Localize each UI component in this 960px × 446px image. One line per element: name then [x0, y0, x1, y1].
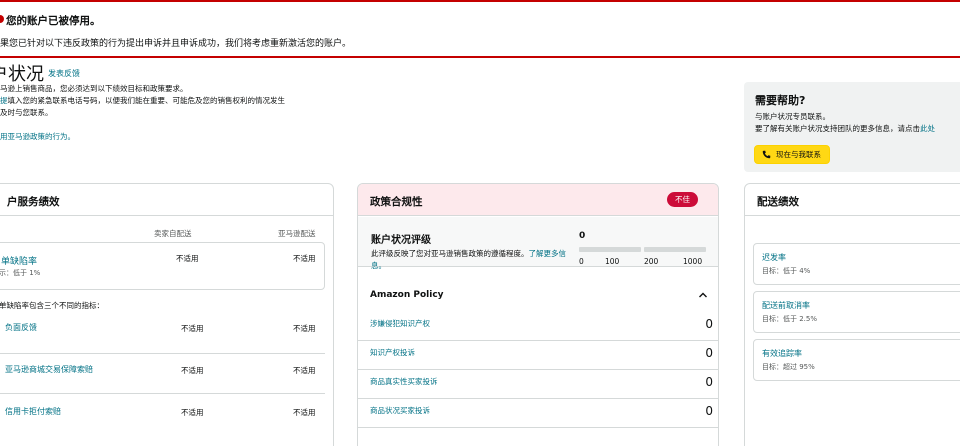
order-defect-rate-box[interactable]: 单缺陷率 示：低于 1% 不适用 不适用: [0, 242, 325, 290]
list-item: 涉嫌侵犯知识产权 0: [358, 312, 718, 341]
list-item: 知识产权投诉 0: [358, 341, 718, 370]
order-defect-rate-target: 示：低于 1%: [0, 269, 41, 277]
amazon-policy-title: Amazon Policy: [370, 290, 444, 300]
rating-value: 0: [579, 231, 586, 241]
odr-seller-value: 不适用: [176, 254, 199, 263]
policy-count: 0: [705, 404, 713, 418]
list-item: 商品状况买家投诉 0: [358, 399, 718, 428]
table-row: 负面反馈 不适用 不适用: [0, 314, 325, 354]
policy-condition-complaints[interactable]: 商品状况买家投诉: [370, 405, 430, 416]
banner-title: 您的账户已被停用。: [6, 15, 101, 27]
policy-compliance-title: 政策合规性: [370, 196, 423, 208]
account-deactivated-banner: 您的账户已被停用。 果您已针对以下违反政策的行为提出申诉并且申诉成功，我们将考虑…: [0, 0, 960, 58]
valid-tracking-rate-label[interactable]: 有效追踪率: [762, 348, 802, 359]
feedback-link[interactable]: 发表反馈: [48, 68, 80, 79]
desc-line-3: 及时与您联系。: [0, 108, 53, 117]
customer-service-header: 户服务绩效: [0, 184, 333, 216]
help-title: 需要帮助?: [755, 94, 806, 107]
late-shipment-rate-label[interactable]: 迟发率: [762, 252, 786, 263]
col-seller-fulfilled: 卖家自配送: [154, 229, 192, 238]
metric-seller-value: 不适用: [181, 408, 204, 417]
policy-count: 0: [705, 346, 713, 360]
table-row: 信用卡拒付索赔 不适用 不适用: [0, 398, 325, 438]
alert-icon: [0, 15, 4, 23]
account-health-rating: 账户状况评级 此评级反映了您对亚马逊销售政策的遵循程度。了解更多信息。 0 0 …: [358, 217, 718, 270]
desc-line-2-rest: 填入您的紧急联系电话号码，以便我们能在重要、可能危及您的销售权利的情况发生: [7, 96, 286, 105]
banner-text: 果您已针对以下违反政策的行为提出申诉并且申诉成功，我们将考虑重新激活您的账户。: [0, 39, 352, 49]
shipping-performance-header: 配送绩效: [745, 184, 960, 216]
scale-tick: 0: [579, 257, 584, 266]
metric-chargeback-claims[interactable]: 信用卡拒付索赔: [5, 406, 61, 417]
cancel-rate-box[interactable]: 配送前取消率 目标：低于 2.5%: [753, 291, 960, 333]
metric-seller-value: 不适用: [181, 324, 204, 333]
rating-bar-segment: [644, 247, 706, 252]
scale-tick: 1000: [683, 257, 703, 266]
contact-me-label: 现在与我联系: [776, 150, 821, 159]
help-line-2-text: 要了解有关账户状况支持团队的更多信息，请点击: [755, 124, 920, 133]
scale-tick: 200: [644, 257, 659, 266]
contact-me-button[interactable]: 现在与我联系: [754, 145, 830, 164]
rating-description-text: 此评级反映了您对亚马逊销售政策的遵循程度。: [371, 249, 529, 258]
shipping-performance-title: 配送绩效: [757, 196, 799, 208]
metric-a-to-z-claims[interactable]: 亚马逊商城交易保障索赔: [5, 364, 93, 375]
page-description: 马逊上销售商品，您必须达到以下绩效目标和政策要求。 提填入您的紧急联系电话号码，…: [0, 83, 330, 119]
metric-amazon-value: 不适用: [293, 324, 316, 333]
policy-authenticity-complaints[interactable]: 商品真实性买家投诉: [370, 376, 438, 387]
metric-negative-feedback[interactable]: 负面反馈: [5, 322, 37, 333]
late-shipment-rate-target: 目标：低于 4%: [762, 267, 811, 275]
policy-compliance-header: 政策合规性 不佳: [358, 184, 718, 216]
rating-bar-segment: [579, 247, 641, 252]
chevron-up-icon: [699, 292, 707, 298]
valid-tracking-rate-target: 目标：超过 95%: [762, 363, 815, 371]
late-shipment-rate-box[interactable]: 迟发率 目标：低于 4%: [753, 243, 960, 285]
policy-compliance-card: 政策合规性 不佳 账户状况评级 此评级反映了您对亚马逊销售政策的遵循程度。了解更…: [357, 183, 719, 446]
policy-ip-complaints[interactable]: 知识产权投诉: [370, 347, 415, 358]
policy-violations-link[interactable]: 用亚马逊政策的行为。: [0, 131, 75, 142]
cancel-rate-target: 目标：低于 2.5%: [762, 315, 818, 323]
amazon-policy-section-toggle[interactable]: Amazon Policy: [358, 284, 718, 304]
desc-line-1: 马逊上销售商品，您必须达到以下绩效目标和政策要求。: [0, 84, 188, 93]
order-defect-rate-label[interactable]: 单缺陷率: [1, 254, 37, 267]
help-panel: 需要帮助? 与账户状况专员联系。 要了解有关账户状况支持团队的更多信息，请点击此…: [744, 82, 960, 172]
help-line-1: 与账户状况专员联系。: [755, 112, 830, 121]
desc-line-2-link[interactable]: 提: [0, 96, 8, 105]
policy-ip-suspected[interactable]: 涉嫌侵犯知识产权: [370, 318, 430, 329]
valid-tracking-rate-box[interactable]: 有效追踪率 目标：超过 95%: [753, 339, 960, 381]
help-line-2: 要了解有关账户状况支持团队的更多信息，请点击此处: [755, 123, 935, 134]
scale-tick: 100: [605, 257, 620, 266]
list-item: 商品真实性买家投诉 0: [358, 370, 718, 399]
odr-sub-heading: 单缺陷率包含三个不同的指标：: [0, 301, 104, 310]
policy-count: 0: [705, 317, 713, 331]
table-row: 亚马逊商城交易保障索赔 不适用 不适用: [0, 354, 325, 394]
status-badge: 不佳: [667, 192, 698, 207]
shipping-performance-card: 配送绩效 迟发率 目标：低于 4% 配送前取消率 目标：低于 2.5% 有效追踪…: [744, 183, 960, 446]
metric-amazon-value: 不适用: [293, 366, 316, 375]
metric-amazon-value: 不适用: [293, 408, 316, 417]
odr-amazon-value: 不适用: [293, 254, 316, 263]
rating-title: 账户状况评级: [371, 235, 431, 246]
customer-service-title: 户服务绩效: [7, 196, 60, 208]
metric-seller-value: 不适用: [181, 366, 204, 375]
desc-line-2: 提填入您的紧急联系电话号码，以便我们能在重要、可能危及您的销售权利的情况发生: [0, 95, 330, 107]
phone-icon: [762, 150, 771, 159]
col-amazon-fulfilled: 亚马逊配送: [278, 229, 316, 238]
help-here-link[interactable]: 此处: [920, 124, 935, 133]
cancel-rate-label[interactable]: 配送前取消率: [762, 300, 810, 311]
policy-count: 0: [705, 375, 713, 389]
rating-description: 此评级反映了您对亚马逊销售政策的遵循程度。了解更多信息。: [371, 248, 566, 272]
customer-service-card: 户服务绩效 卖家自配送 亚马逊配送 单缺陷率 示：低于 1% 不适用 不适用 单…: [0, 183, 334, 446]
